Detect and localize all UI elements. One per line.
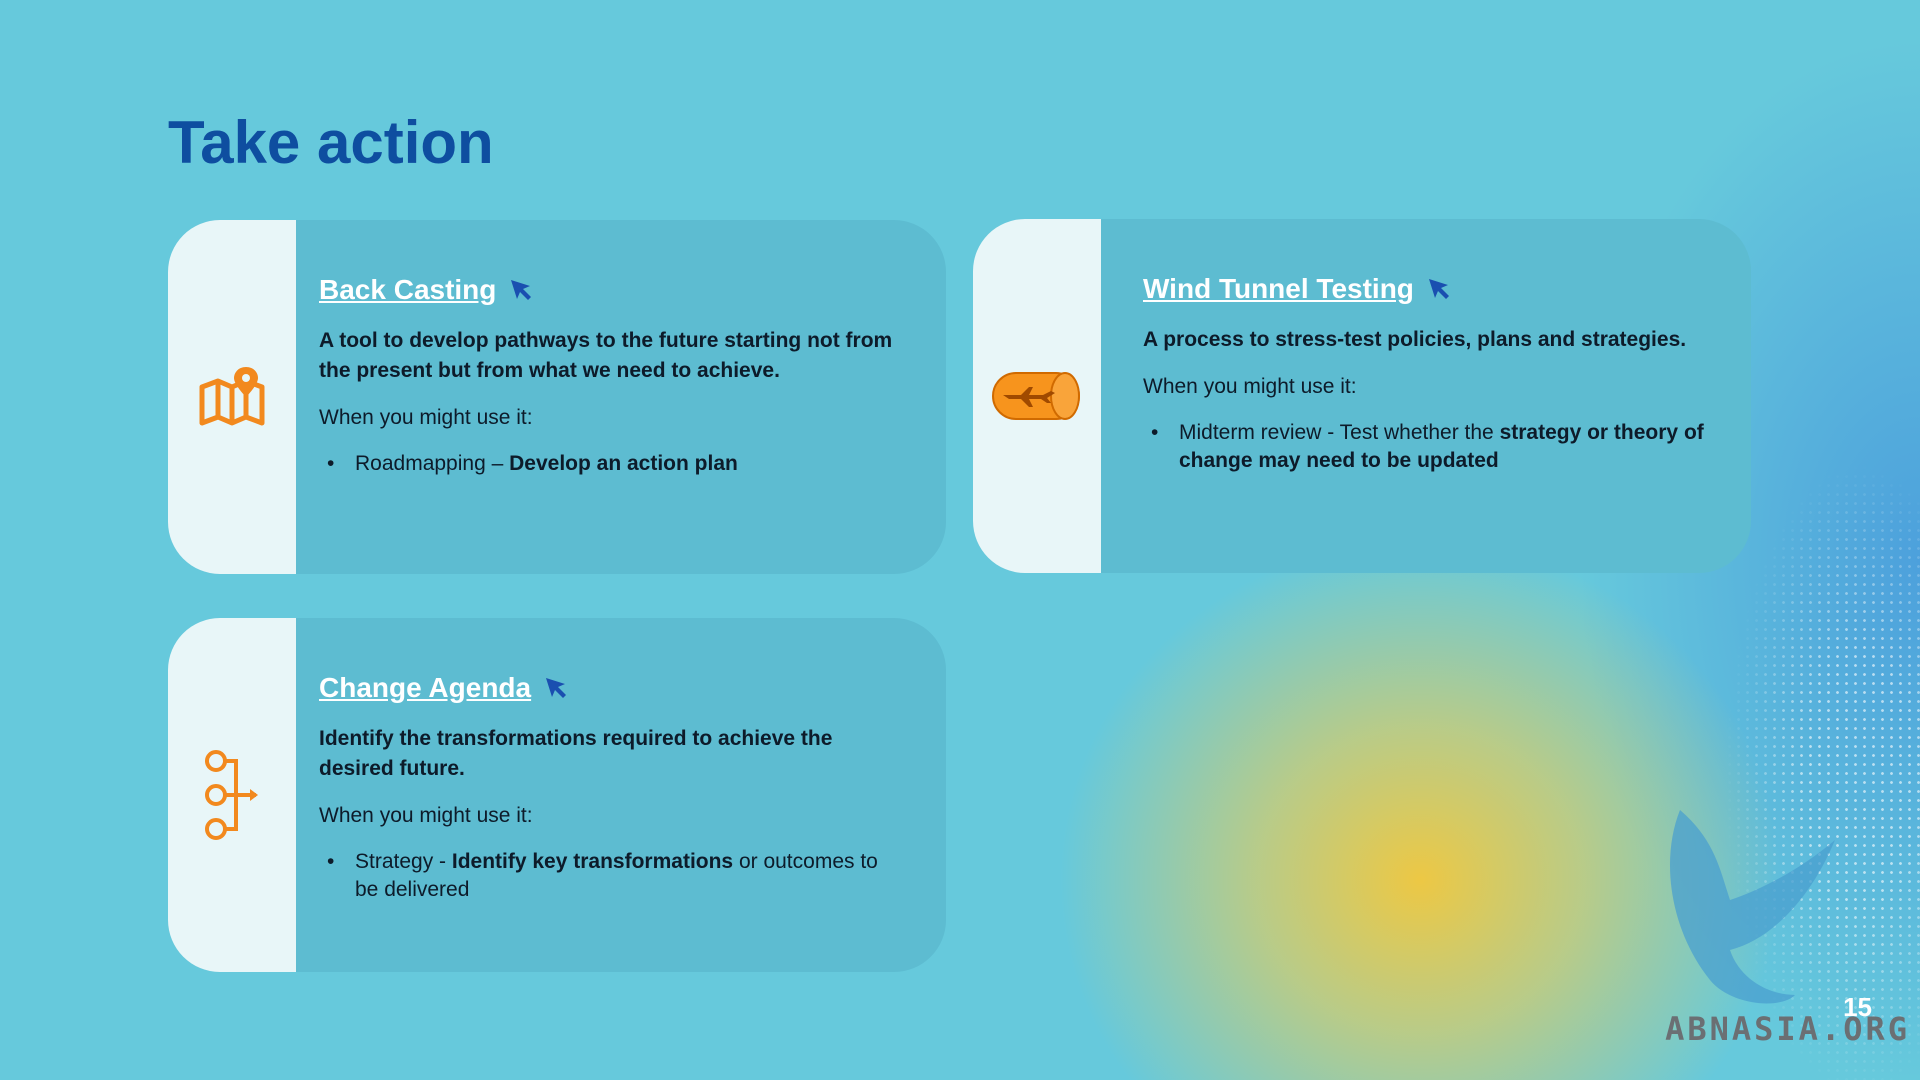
when-to-use-label: When you might use it: xyxy=(319,804,533,827)
change-agenda-link[interactable]: Change Agenda xyxy=(319,672,569,704)
card-change-agenda: Change Agenda Identify the transformatio… xyxy=(168,618,946,972)
bullet-bold-text: Develop an action plan xyxy=(509,452,738,475)
cursor-arrow-icon xyxy=(546,678,567,698)
watermark-text: ABNASIA.ORG xyxy=(1665,1010,1910,1048)
when-to-use-label: When you might use it: xyxy=(319,406,533,429)
card-description: Identify the transformations required to… xyxy=(319,727,833,780)
wind-tunnel-icon xyxy=(992,372,1080,420)
card-title-text[interactable]: Wind Tunnel Testing xyxy=(1143,273,1414,305)
bullet-text: Roadmapping – xyxy=(355,452,510,475)
bullet-dot: • xyxy=(1151,421,1159,444)
back-casting-link[interactable]: Back Casting xyxy=(319,274,534,306)
bullet-dot: • xyxy=(327,452,335,475)
cursor-arrow-icon xyxy=(511,280,532,300)
bullet-text: Strategy - xyxy=(355,850,452,873)
cursor-arrow-icon xyxy=(1428,279,1449,299)
card-wind-tunnel-testing: Wind Tunnel Testing A process to stress-… xyxy=(973,219,1751,573)
bullet-dot: • xyxy=(327,850,335,873)
card-description: A tool to develop pathways to the future… xyxy=(319,329,893,382)
when-to-use-label: When you might use it: xyxy=(1143,375,1357,398)
use-case-bullet: • Roadmapping – Develop an action plan xyxy=(319,450,906,478)
card-title-text[interactable]: Back Casting xyxy=(319,274,496,306)
use-case-bullet: • Midterm review - Test whether the stra… xyxy=(1143,419,1711,475)
use-case-bullet: • Strategy - Identify key transformation… xyxy=(319,848,906,904)
card-description: A process to stress-test policies, plans… xyxy=(1143,328,1687,351)
card-icon-panel xyxy=(168,220,296,574)
griffin-logo-decoration xyxy=(1670,810,1835,1004)
slide-title: Take action xyxy=(168,109,494,176)
card-title-text[interactable]: Change Agenda xyxy=(319,672,531,704)
bullet-bold-text: Identify key transformations xyxy=(451,850,734,873)
bullet-text: Midterm review - Test whether the xyxy=(1179,421,1500,444)
card-icon-panel xyxy=(168,618,296,972)
card-back-casting: Back Casting A tool to develop pathways … xyxy=(168,220,946,574)
flow-nodes-icon xyxy=(205,750,258,840)
wind-tunnel-testing-link[interactable]: Wind Tunnel Testing xyxy=(1143,273,1452,305)
card-icon-panel xyxy=(973,219,1101,573)
map-pin-icon xyxy=(199,367,265,426)
